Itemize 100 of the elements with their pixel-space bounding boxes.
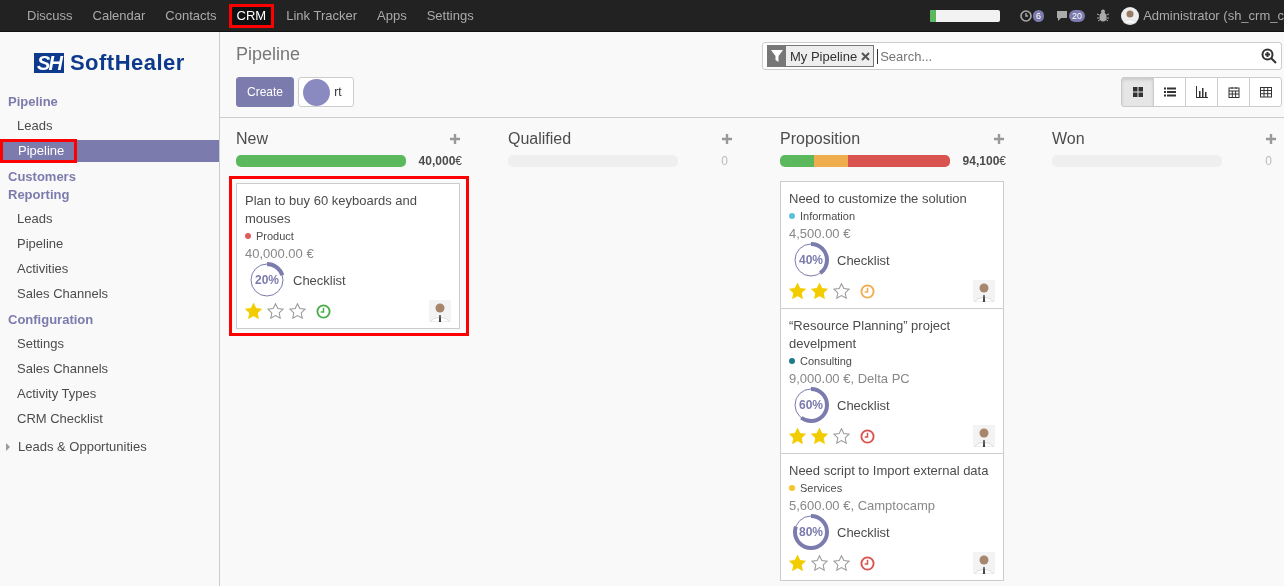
avatar-icon: [429, 300, 451, 322]
pivot-view-button[interactable]: [1249, 77, 1282, 107]
star-icon[interactable]: [789, 428, 806, 444]
sidebar-item[interactable]: Activities: [0, 258, 219, 280]
column-total: 40,000€: [417, 154, 462, 168]
card-title: Plan to buy 60 keyboards and mouses: [245, 192, 418, 228]
user-name[interactable]: Administrator (sh_crm_c: [1143, 8, 1284, 23]
card-amount: 40,000.00 €: [245, 246, 315, 261]
sidebar-item[interactable]: Sales Channels: [0, 283, 219, 305]
menu-item[interactable]: Settings: [418, 3, 482, 28]
column-total: 0: [1264, 154, 1273, 168]
close-icon[interactable]: [861, 51, 871, 61]
list-view-button[interactable]: [1153, 77, 1186, 107]
count-badge: 6: [1033, 9, 1045, 22]
column-title: Qualified: [508, 130, 572, 148]
tag-label: Product: [256, 230, 294, 242]
tag-label: Services: [800, 482, 843, 494]
checklist-label: Checklist: [293, 272, 346, 288]
bar-chart-icon: [1195, 86, 1208, 98]
graph-view-button[interactable]: [1185, 77, 1218, 107]
clock-icon[interactable]: [860, 428, 875, 444]
filter-facet[interactable]: My Pipeline: [767, 45, 875, 67]
card-title: Need script to Import external data: [789, 462, 990, 480]
sidebar-tree-item[interactable]: Leads & Opportunities: [0, 433, 219, 454]
menu-item[interactable]: Contacts: [157, 3, 225, 28]
avatar-icon: [973, 280, 995, 302]
clock-icon[interactable]: [860, 555, 875, 571]
tag-label: Consulting: [800, 355, 852, 367]
star-icon[interactable]: [245, 303, 262, 319]
company-logo: SH SoftHealer: [34, 50, 185, 76]
avatar-icon[interactable]: [1121, 6, 1140, 25]
column-total: 94,100€: [961, 154, 1006, 168]
column-total: 0: [720, 154, 729, 168]
sidebar-item[interactable]: Activity Types: [0, 383, 219, 405]
sidebar-item[interactable]: Pipeline: [0, 140, 219, 162]
card-title: “Resource Planning” project develpment: [789, 317, 952, 353]
add-icon[interactable]: [994, 134, 1004, 144]
import-button[interactable]: rt: [298, 77, 355, 107]
search-icon[interactable]: [1261, 48, 1277, 64]
star-icon[interactable]: [811, 283, 828, 299]
checklist-label: Checklist: [837, 524, 890, 540]
menu-item[interactable]: Apps: [369, 3, 415, 28]
menu-item[interactable]: Link Tracker: [278, 3, 365, 28]
count-badge: 20: [1069, 9, 1086, 22]
sidebar-heading: Pipeline: [7, 93, 59, 111]
checklist-progress: 40%: [793, 242, 829, 278]
opportunity-card[interactable]: Plan to buy 60 keyboards and mouses Product 40,000.00 € 20% Checklist: [236, 183, 460, 329]
column-title: Proposition: [780, 130, 861, 148]
table-icon: [1259, 86, 1272, 98]
clock-icon[interactable]: [1020, 9, 1033, 22]
create-button[interactable]: Create: [236, 77, 295, 107]
column-title: Won: [1052, 130, 1085, 148]
add-icon[interactable]: [1266, 134, 1276, 144]
chat-icon[interactable]: [1056, 10, 1069, 21]
kanban-view-button[interactable]: [1121, 77, 1154, 107]
sidebar-heading: Customers Reporting: [7, 168, 77, 204]
star-icon[interactable]: [789, 283, 806, 299]
card-amount: 4,500.00 €: [789, 226, 852, 241]
grid-icon: [1131, 86, 1144, 98]
star-icon[interactable]: [811, 555, 828, 571]
sidebar-heading: Configuration: [7, 311, 95, 329]
tag-label: Information: [800, 210, 856, 222]
calendar-view-button[interactable]: [1217, 77, 1250, 107]
sidebar-item[interactable]: Pipeline: [0, 233, 219, 255]
star-icon[interactable]: [833, 428, 850, 444]
checklist-label: Checklist: [837, 252, 890, 268]
bug-icon[interactable]: [1097, 9, 1110, 22]
opportunity-card[interactable]: “Resource Planning” project develpment Consulting 9,000.00 €, Delta PC 60% Checklist: [780, 308, 1004, 454]
menu-item[interactable]: Discuss: [19, 3, 81, 28]
opportunity-card[interactable]: Need to customize the solution Information 4,500.00 € 40% Checklist: [780, 181, 1004, 309]
page-title: Pipeline: [236, 43, 302, 66]
search-input[interactable]: Search...: [877, 48, 1258, 64]
sidebar-item[interactable]: Settings: [0, 333, 219, 355]
card-amount: 9,000.00 €, Delta PC: [789, 371, 911, 386]
sidebar-item[interactable]: Sales Channels: [0, 358, 219, 380]
star-icon[interactable]: [289, 303, 306, 319]
star-icon[interactable]: [789, 555, 806, 571]
list-icon: [1163, 86, 1176, 98]
star-icon[interactable]: [833, 555, 850, 571]
card-title: Need to customize the solution: [789, 190, 968, 208]
checklist-label: Checklist: [837, 397, 890, 413]
star-icon[interactable]: [267, 303, 284, 319]
opportunity-card[interactable]: Need script to Import external data Services 5,600.00 €, Camptocamp 80% Checklist: [780, 453, 1004, 581]
checklist-progress: 60%: [793, 387, 829, 423]
avatar-icon: [973, 425, 995, 447]
sidebar-item[interactable]: Leads: [0, 115, 219, 137]
star-icon[interactable]: [811, 428, 828, 444]
menu-item[interactable]: CRM: [228, 3, 275, 28]
search-bar[interactable]: My Pipeline Search...: [762, 42, 1282, 70]
card-amount: 5,600.00 €, Camptocamp: [789, 498, 936, 513]
avatar-icon: [973, 552, 995, 574]
sidebar-item[interactable]: CRM Checklist: [0, 408, 219, 430]
calendar-icon: [1227, 86, 1240, 98]
column-title: New: [236, 130, 268, 148]
menu-item[interactable]: Calendar: [84, 3, 154, 28]
add-icon[interactable]: [450, 134, 460, 144]
add-icon[interactable]: [722, 134, 732, 144]
star-icon[interactable]: [833, 283, 850, 299]
sidebar-item[interactable]: Leads: [0, 208, 219, 230]
filter-icon: [771, 50, 783, 62]
